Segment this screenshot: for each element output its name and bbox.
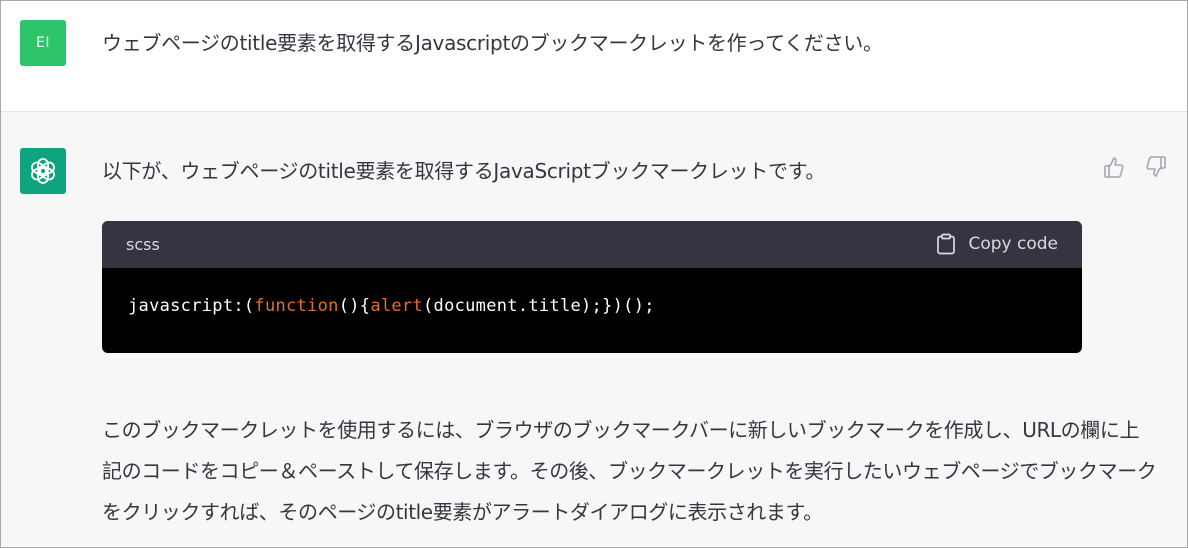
answer-line: をクリックすれば、そのページのtitle要素がアラートダイアログに表示されます。 (102, 500, 823, 524)
code-token-alert-call: alert (370, 296, 423, 316)
code-content: javascript:(function(){alert(document.ti… (102, 268, 1082, 316)
chat-window: EI ウェブページのtitle要素を取得するJavascriptのブックマークレ… (0, 0, 1188, 548)
thumbs-up-button[interactable] (1101, 154, 1127, 180)
openai-logo-icon (31, 158, 55, 184)
code-token-suffix: (document.title);})(); (423, 296, 655, 316)
user-message-row: EI ウェブページのtitle要素を取得するJavascriptのブックマークレ… (1, 1, 1187, 112)
code-language-label: scss (126, 235, 160, 254)
code-token-prefix: javascript:( (128, 296, 255, 316)
clipboard-icon (937, 233, 956, 255)
thumbs-up-icon (1104, 157, 1124, 178)
thumbs-down-button[interactable] (1143, 154, 1169, 180)
code-token-middle: (){ (338, 296, 371, 316)
assistant-intro-text: 以下が、ウェブページのtitle要素を取得するJavaScriptブックマークレ… (102, 159, 826, 183)
user-avatar: EI (20, 20, 66, 66)
assistant-avatar (20, 148, 66, 194)
thumbs-down-icon (1146, 156, 1166, 177)
answer-line: このブックマークレットを使用するには、ブラウザのブックマークバーに新しいブックマ… (102, 418, 1140, 442)
copy-code-button[interactable]: Copy code (936, 233, 1058, 255)
code-token-function-keyword: function (254, 296, 339, 316)
user-message-text: ウェブページのtitle要素を取得するJavascriptのブックマークレットを… (102, 31, 883, 55)
code-block: scss Copy code javascript:(function(){al… (102, 221, 1082, 353)
assistant-message-row: 以下が、ウェブページのtitle要素を取得するJavaScriptブックマークレ… (1, 112, 1187, 547)
assistant-answer-text: このブックマークレットを使用するには、ブラウザのブックマークバーに新しいブックマ… (102, 410, 1157, 533)
feedback-controls (1101, 154, 1169, 180)
copy-code-label: Copy code (968, 234, 1058, 254)
code-block-header: scss Copy code (102, 221, 1082, 268)
answer-line: 記のコードをコピー＆ペーストして保存します。その後、ブックマークレットを実行した… (102, 459, 1157, 483)
